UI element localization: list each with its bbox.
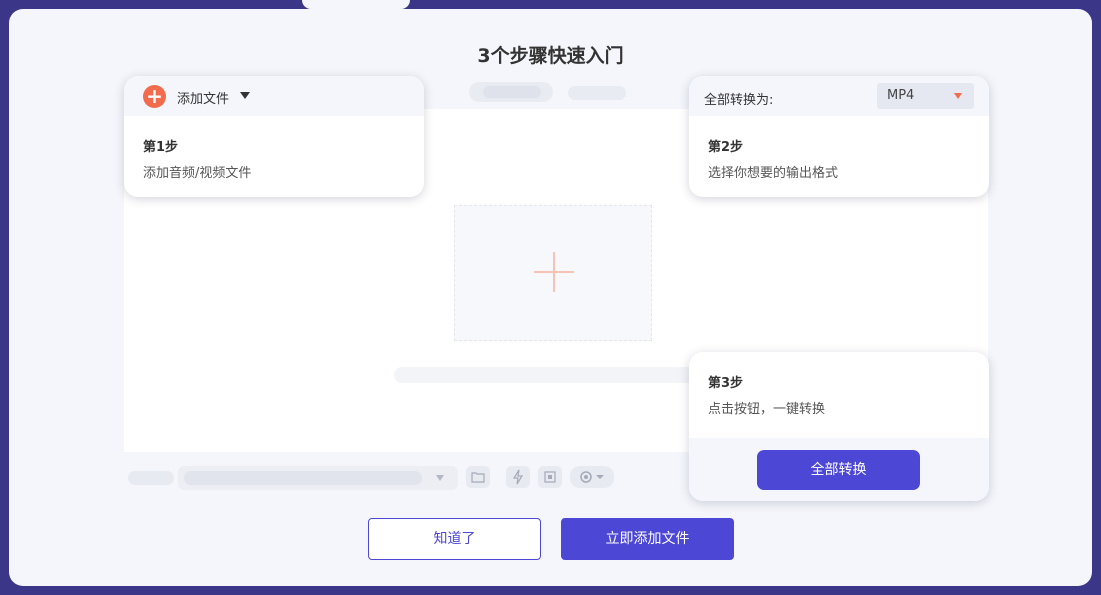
step2-description: 选择你想要的输出格式 bbox=[708, 166, 839, 181]
add-file-button[interactable]: 添加文件 bbox=[177, 88, 229, 107]
step3-description: 点击按钮，一键转换 bbox=[708, 402, 826, 417]
mock-output-label bbox=[128, 471, 174, 485]
chevron-down-icon[interactable] bbox=[240, 92, 250, 99]
format-select[interactable]: MP4 bbox=[877, 83, 974, 109]
quick-start-dialog: 3个步骤快速入门 + 添加文件 第1步 添加音频/视频文件 全部转换为: MP4… bbox=[9, 9, 1092, 586]
plus-icon-vertical bbox=[553, 252, 555, 292]
chevron-down-icon bbox=[954, 93, 962, 99]
window-top-tab bbox=[302, 0, 410, 9]
mock-tab-label bbox=[483, 86, 541, 98]
step1-title: 第1步 bbox=[143, 140, 179, 155]
mock-output-path bbox=[178, 466, 458, 490]
format-value: MP4 bbox=[887, 88, 915, 103]
dialog-title: 3个步骤快速入门 bbox=[477, 45, 624, 67]
step3-title: 第3步 bbox=[708, 376, 744, 391]
step3-card: 第3步 点击按钮，一键转换 全部转换 bbox=[689, 352, 989, 501]
plus-circle-icon[interactable]: + bbox=[143, 85, 166, 108]
mock-path-text bbox=[184, 471, 422, 485]
add-file-toolbar: + 添加文件 bbox=[124, 76, 424, 116]
folder-icon[interactable] bbox=[466, 466, 490, 488]
chevron-down-icon bbox=[436, 475, 444, 481]
got-it-button[interactable]: 知道了 bbox=[368, 518, 541, 560]
cpu-off-icon[interactable] bbox=[538, 466, 562, 488]
mock-hint-bar bbox=[394, 367, 694, 383]
step2-card: 全部转换为: MP4 第2步 选择你想要的输出格式 bbox=[689, 76, 989, 197]
mock-tab-inactive bbox=[568, 86, 626, 100]
step2-title: 第2步 bbox=[708, 140, 744, 155]
step3-footer: 全部转换 bbox=[689, 438, 989, 501]
gear-icon[interactable] bbox=[570, 466, 614, 488]
step1-description: 添加音频/视频文件 bbox=[143, 166, 252, 181]
convert-all-button[interactable]: 全部转换 bbox=[757, 450, 920, 490]
lightning-off-icon[interactable] bbox=[506, 466, 530, 488]
step1-card: + 添加文件 第1步 添加音频/视频文件 bbox=[124, 76, 424, 197]
convert-all-to-label: 全部转换为: bbox=[704, 93, 774, 108]
convert-format-bar: 全部转换为: MP4 bbox=[689, 76, 989, 116]
add-file-now-button[interactable]: 立即添加文件 bbox=[561, 518, 734, 560]
drop-zone[interactable] bbox=[454, 205, 652, 341]
